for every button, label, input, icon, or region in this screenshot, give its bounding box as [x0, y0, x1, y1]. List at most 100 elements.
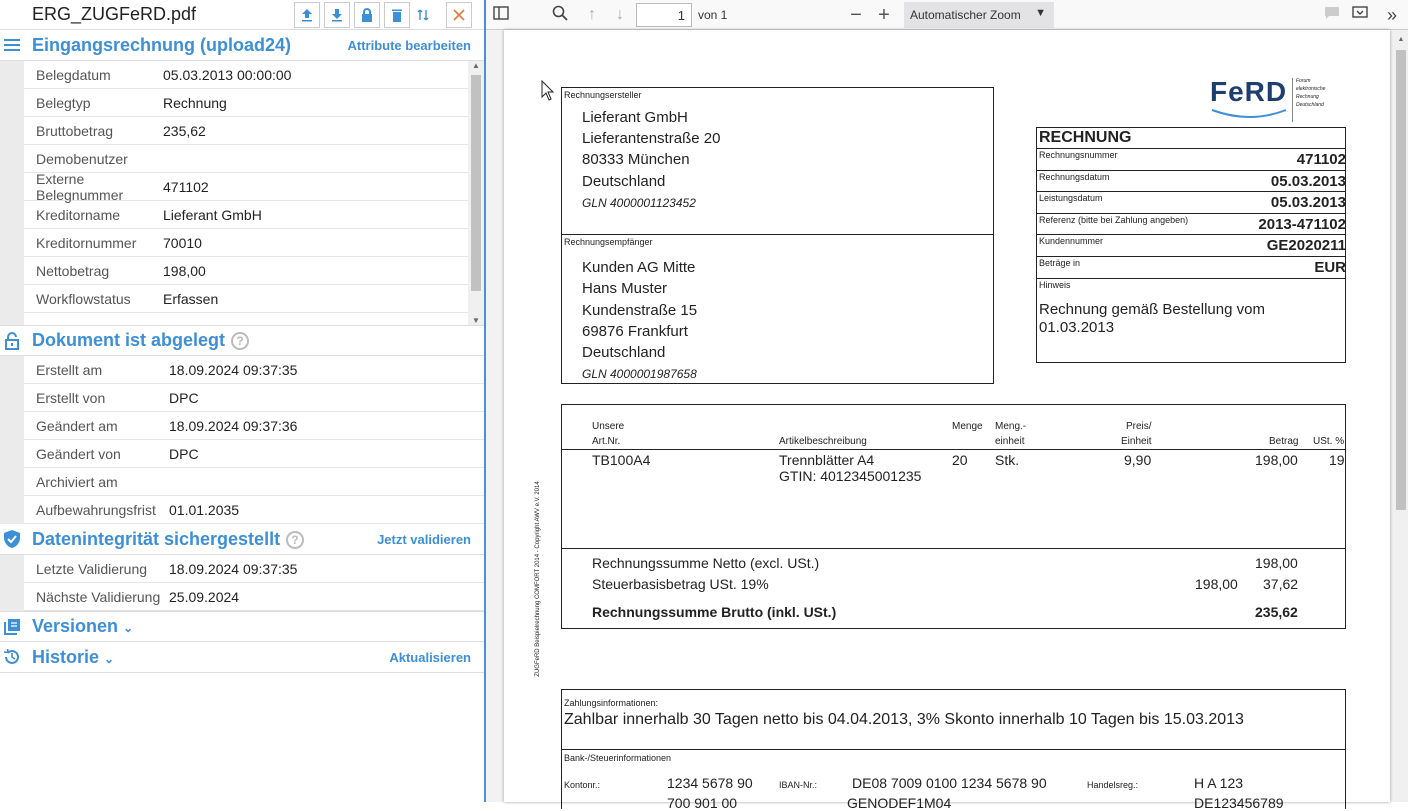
- gross-value: 235,62: [1255, 604, 1298, 620]
- logo-divider: [1292, 78, 1293, 122]
- presentation-mode-icon[interactable]: [1350, 5, 1370, 25]
- iban-value: DE08 7009 0100 1234 5678 90: [852, 775, 1047, 791]
- item-desc: Trennblätter A4: [779, 452, 875, 468]
- info-label: Geändert von: [36, 445, 121, 462]
- divider: [561, 548, 1346, 549]
- page-number-input[interactable]: 1: [636, 3, 692, 27]
- blz-value: 700 901 00: [667, 795, 738, 811]
- history-section-header[interactable]: Historie ⌄ Aktualisieren: [0, 642, 484, 673]
- info-label: Archiviert am: [36, 473, 118, 490]
- info-label: Erstellt von: [36, 389, 106, 406]
- lock-icon: [362, 7, 372, 22]
- item-art: TB100A4: [592, 452, 651, 468]
- col-header: Preis/: [1126, 421, 1152, 432]
- validation-list: Letzte Validierung 18.09.2024 09:37:35 Nä…: [0, 555, 484, 611]
- attr-label: Kreditorname: [36, 206, 121, 223]
- history-icon: [2, 647, 22, 667]
- attr-label: Externe Belegnummer: [36, 170, 124, 203]
- edit-attributes-link[interactable]: Attribute bearbeiten: [347, 38, 471, 53]
- iban-label: IBAN-Nr.:: [779, 780, 818, 790]
- col-header: einheit: [995, 436, 1025, 447]
- refresh-link[interactable]: Aktualisieren: [389, 650, 471, 665]
- properties-panel: ERG_ZUGFeRD.pdf Eingangsrechnung (upload…: [0, 0, 486, 802]
- info-value: DPC: [169, 389, 199, 406]
- info-row: Nächste Validierung 25.09.2024: [24, 583, 484, 611]
- more-tools-icon[interactable]: »: [1382, 5, 1402, 25]
- swap-vertical-icon: [417, 9, 429, 20]
- ferd-logo: FeRD Forum elektronische Rechnung Deutsc…: [1210, 76, 1350, 124]
- divider: [1036, 234, 1346, 235]
- versions-section-header[interactable]: Versionen ⌄: [0, 611, 484, 642]
- attr-value: Lieferant GmbH: [163, 206, 262, 223]
- scroll-up-icon[interactable]: ▲: [1394, 36, 1408, 43]
- copyright-side-text: ZUGFeRD Beispielrechnung COMFORT 2014 - …: [535, 481, 541, 677]
- panel-toolbar: ERG_ZUGFeRD.pdf: [0, 0, 484, 30]
- close-button[interactable]: [446, 1, 472, 28]
- col-header: Einheit: [1121, 436, 1152, 447]
- sidebar-toggle-icon[interactable]: [491, 5, 511, 25]
- konto-value: 1234 5678 90: [667, 775, 753, 791]
- help-icon[interactable]: ?: [286, 530, 305, 549]
- info-label: Aufbewahrungsfrist: [36, 501, 156, 518]
- page-count: von 1: [698, 8, 728, 22]
- info-value: 18.09.2024 09:37:35: [169, 361, 298, 378]
- scroll-up-icon[interactable]: ▲: [468, 61, 484, 70]
- meta-value: GE2020211: [1266, 237, 1346, 254]
- next-page-icon[interactable]: ↓: [610, 5, 630, 25]
- document-section-header[interactable]: Dokument ist abgelegt?: [0, 325, 484, 356]
- upload-button[interactable]: [294, 1, 320, 28]
- search-icon[interactable]: [550, 5, 570, 25]
- attributes-title: Eingangsrechnung (upload24): [32, 34, 292, 55]
- trash-icon: [392, 9, 402, 22]
- hint-line: 01.03.2013: [1039, 319, 1115, 336]
- info-label: Nächste Validierung: [36, 588, 161, 605]
- vat-id-value: DE123456789: [1194, 795, 1284, 811]
- divider: [561, 449, 1346, 450]
- hint-line: Rechnung gemäß Bestellung vom: [1039, 301, 1265, 318]
- item-unit: Stk.: [995, 452, 1020, 468]
- info-value: 18.09.2024 09:37:35: [169, 560, 298, 577]
- attr-value: Rechnung: [163, 94, 227, 111]
- download-icon: [332, 8, 342, 21]
- previous-page-icon[interactable]: ↑: [582, 5, 602, 25]
- attributes-list[interactable]: Belegdatum 05.03.2013 00:00:00 Belegtyp Re…: [0, 61, 484, 325]
- tax-base: 198,00: [1195, 576, 1238, 592]
- mouse-cursor-icon: [541, 80, 555, 101]
- zoom-in-icon[interactable]: +: [874, 5, 894, 25]
- help-icon[interactable]: ?: [231, 332, 250, 351]
- pdf-scrollbar[interactable]: ▲: [1394, 30, 1408, 802]
- attributes-scrollbar[interactable]: ▲ ▼: [468, 61, 484, 325]
- attributes-section-header[interactable]: Eingangsrechnung (upload24) Attribute be…: [0, 30, 484, 61]
- scroll-down-icon[interactable]: ▼: [468, 316, 484, 325]
- attr-label: Kreditornummer: [36, 234, 137, 251]
- integrity-title-text: Datenintegrität sichergestellt: [32, 528, 281, 549]
- zoom-select[interactable]: Automatischer Zoom ▼: [904, 2, 1054, 28]
- col-header: USt. %: [1313, 436, 1345, 447]
- divider: [1036, 148, 1346, 149]
- meta-value: EUR: [1314, 259, 1346, 276]
- download-button[interactable]: [324, 1, 350, 28]
- item-price: 9,90: [1124, 452, 1152, 468]
- meta-label: Referenz (bitte bei Zahlung angeben): [1039, 215, 1189, 225]
- lock-button[interactable]: [354, 1, 380, 28]
- attr-label: Belegtyp: [36, 94, 91, 111]
- attr-value: 70010: [163, 234, 202, 251]
- scroll-thumb[interactable]: [471, 75, 481, 291]
- delete-button[interactable]: [384, 1, 410, 28]
- hr-label: Handelsreg.:: [1087, 780, 1139, 790]
- col-header: Betrag: [1269, 436, 1299, 447]
- comment-icon[interactable]: [1322, 5, 1342, 25]
- attr-row: Kreditornummer 70010: [24, 229, 484, 257]
- document-info-list: Erstellt am 18.09.2024 09:37:35 Erstellt …: [0, 356, 484, 524]
- chevron-down-icon: ⌄: [123, 621, 134, 635]
- zoom-out-icon[interactable]: −: [846, 5, 866, 25]
- gross-label: Rechnungssumme Brutto (inkl. USt.): [592, 604, 837, 620]
- logo-sub: Forum: [1296, 78, 1311, 84]
- recipient-label: Rechnungsempfänger: [564, 237, 653, 247]
- logo-text: FeRD: [1210, 76, 1288, 107]
- validate-now-link[interactable]: Jetzt validieren: [377, 532, 471, 547]
- scroll-thumb[interactable]: [1396, 50, 1406, 510]
- pdf-viewer: ↑ ↓ 1 von 1 − + Automatischer Zoom ▼ » Re…: [486, 0, 1408, 811]
- integrity-section-header[interactable]: Datenintegrität sichergestellt? Jetzt va…: [0, 524, 484, 555]
- sort-button[interactable]: [410, 1, 436, 28]
